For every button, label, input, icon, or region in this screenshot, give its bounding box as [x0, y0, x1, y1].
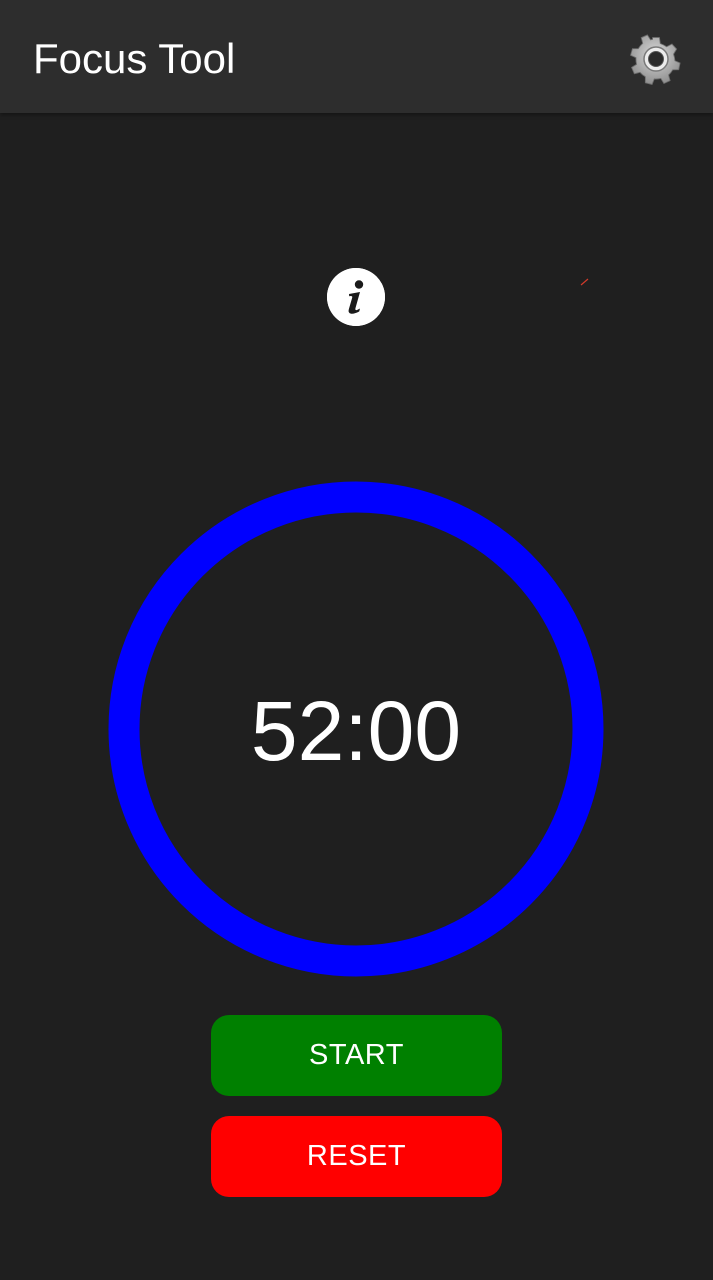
info-icon: [327, 268, 385, 326]
start-button[interactable]: START: [211, 1015, 502, 1096]
settings-button[interactable]: [629, 32, 683, 86]
stray-mark: [580, 278, 589, 286]
reset-button[interactable]: RESET: [211, 1116, 502, 1197]
app-title: Focus Tool: [33, 35, 236, 82]
focus-tool-screen: Focus Tool 52:00 START RESET: [0, 0, 713, 1280]
timer-display: 52:00: [250, 684, 462, 778]
app-toolbar: Focus Tool: [0, 0, 713, 113]
gear-icon: [629, 32, 683, 86]
info-button[interactable]: [327, 268, 385, 326]
